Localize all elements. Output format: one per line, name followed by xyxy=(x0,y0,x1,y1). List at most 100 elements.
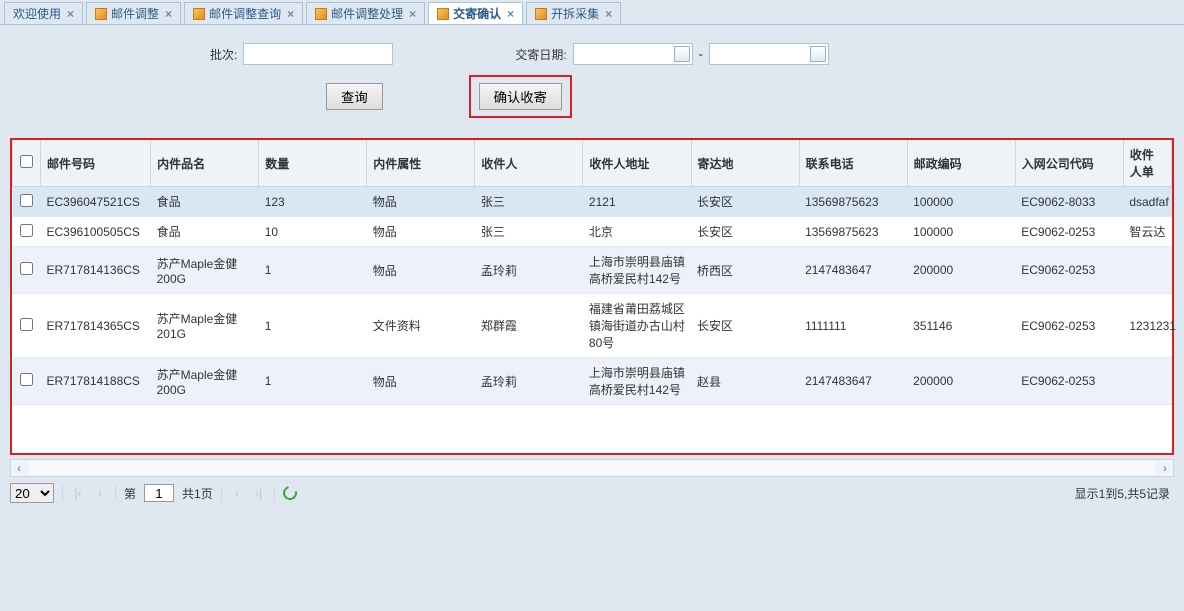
cell-name: 苏产Maple金健200G xyxy=(151,247,259,294)
query-button[interactable]: 查询 xyxy=(326,83,383,110)
cell-zip: 100000 xyxy=(907,187,1015,217)
prev-page-button[interactable]: ‹ xyxy=(93,486,107,500)
column-header[interactable]: 数量 xyxy=(259,140,367,187)
page-number-input[interactable] xyxy=(144,484,174,502)
search-area: 批次: 交寄日期: - 查询 确认收寄 xyxy=(0,25,1184,138)
page-label-pre: 第 xyxy=(124,485,136,502)
cell-name: 苏产Maple金健200G xyxy=(151,358,259,405)
package-icon xyxy=(437,8,449,20)
date-separator: - xyxy=(699,47,703,61)
cell-dest: 长安区 xyxy=(691,217,799,247)
cell-qty: 1 xyxy=(259,294,367,358)
cell-addr: 2121 xyxy=(583,187,691,217)
column-header[interactable]: 入网公司代码 xyxy=(1015,140,1123,187)
tab-1[interactable]: 邮件调整× xyxy=(86,2,181,24)
row-checkbox[interactable] xyxy=(20,318,33,331)
refresh-icon[interactable] xyxy=(280,483,299,502)
cell-addr: 北京 xyxy=(583,217,691,247)
table-row[interactable]: ER717814365CS苏产Maple金健201G1文件资料郑群霞福建省莆田荔… xyxy=(13,294,1172,358)
calendar-icon[interactable] xyxy=(674,46,690,62)
tab-2[interactable]: 邮件调整查询 × xyxy=(184,2,303,24)
scroll-right-icon[interactable]: › xyxy=(1157,460,1173,476)
row-checkbox[interactable] xyxy=(20,262,33,275)
table-row[interactable]: ER717814188CS苏产Maple金健200G1物品孟玲莉上海市崇明县庙镇… xyxy=(13,358,1172,405)
tab-0[interactable]: 欢迎使用× xyxy=(4,2,83,24)
last-page-button[interactable]: ›| xyxy=(252,486,266,500)
next-page-button[interactable]: › xyxy=(230,486,244,500)
tab-3[interactable]: 邮件调整处理× xyxy=(306,2,425,24)
cell-code: ER717814136CS xyxy=(41,247,151,294)
package-icon xyxy=(535,8,547,20)
column-header[interactable]: 邮政编码 xyxy=(907,140,1015,187)
column-header[interactable]: 收件人地址 xyxy=(583,140,691,187)
cell-corp: EC9062-0253 xyxy=(1015,358,1123,405)
cell-dest: 长安区 xyxy=(691,294,799,358)
select-all-checkbox[interactable] xyxy=(20,155,33,168)
column-header[interactable]: 寄达地 xyxy=(691,140,799,187)
page-size-select[interactable]: 20 xyxy=(10,483,54,503)
cell-qty: 10 xyxy=(259,217,367,247)
cell-dest: 赵县 xyxy=(691,358,799,405)
row-checkbox[interactable] xyxy=(20,373,33,386)
table-row[interactable]: ER717814136CS苏产Maple金健200G1物品孟玲莉上海市崇明县庙镇… xyxy=(13,247,1172,294)
row-checkbox[interactable] xyxy=(20,194,33,207)
package-icon xyxy=(315,8,327,20)
close-icon[interactable]: × xyxy=(505,7,514,21)
package-icon xyxy=(193,8,205,20)
row-checkbox[interactable] xyxy=(20,224,33,237)
column-header[interactable]: 联系电话 xyxy=(799,140,907,187)
close-icon[interactable]: × xyxy=(407,7,416,21)
table-row[interactable]: EC396100505CS食品10物品张三北京长安区13569875623100… xyxy=(13,217,1172,247)
cell-code: ER717814365CS xyxy=(41,294,151,358)
cell-unit: dsadfaf xyxy=(1123,187,1171,217)
tab-label: 交寄确认 xyxy=(453,5,501,22)
cell-qty: 1 xyxy=(259,247,367,294)
cell-phone: 13569875623 xyxy=(799,187,907,217)
column-header[interactable]: 内件属性 xyxy=(367,140,475,187)
close-icon[interactable]: × xyxy=(65,7,74,21)
tab-5[interactable]: 开拆采集 × xyxy=(526,2,621,24)
first-page-button[interactable]: |‹ xyxy=(71,486,85,500)
cell-code: EC396100505CS xyxy=(41,217,151,247)
cell-dest: 桥西区 xyxy=(691,247,799,294)
column-header[interactable]: 内件品名 xyxy=(151,140,259,187)
cell-recv: 张三 xyxy=(475,217,583,247)
table-row[interactable]: EC396047521CS食品123物品张三2121长安区13569875623… xyxy=(13,187,1172,217)
scrollbar-track[interactable] xyxy=(29,461,1155,475)
cell-addr: 上海市崇明县庙镇高桥爱民村142号 xyxy=(583,247,691,294)
cell-qty: 123 xyxy=(259,187,367,217)
close-icon[interactable]: × xyxy=(603,7,612,21)
tab-4[interactable]: 交寄确认 × xyxy=(428,2,523,24)
cell-code: EC396047521CS xyxy=(41,187,151,217)
cell-corp: EC9062-8033 xyxy=(1015,187,1123,217)
tab-label: 开拆采集 xyxy=(551,5,599,22)
cell-unit: 1231231 xyxy=(1123,294,1171,358)
data-table: 邮件号码内件品名数量内件属性收件人收件人地址寄达地联系电话邮政编码入网公司代码收… xyxy=(12,140,1172,405)
date-from-input[interactable] xyxy=(573,43,693,65)
column-header[interactable]: 邮件号码 xyxy=(41,140,151,187)
cell-attr: 物品 xyxy=(367,217,475,247)
close-icon[interactable]: × xyxy=(285,7,294,21)
confirm-receive-button[interactable]: 确认收寄 xyxy=(479,83,562,110)
page-label-post: 共1页 xyxy=(182,485,213,502)
pager: 20 |‹ ‹ 第 共1页 › ›| 显示1到5,共5记录 xyxy=(10,481,1174,505)
cell-unit: 智云达 xyxy=(1123,217,1171,247)
cell-recv: 郑群霞 xyxy=(475,294,583,358)
calendar-icon[interactable] xyxy=(810,46,826,62)
tab-label: 邮件调整查询 xyxy=(209,5,281,22)
cell-phone: 2147483647 xyxy=(799,247,907,294)
package-icon xyxy=(95,8,107,20)
close-icon[interactable]: × xyxy=(163,7,172,21)
date-to-input[interactable] xyxy=(709,43,829,65)
column-header[interactable]: 收件人 xyxy=(475,140,583,187)
horizontal-scrollbar[interactable]: ‹ › xyxy=(10,459,1174,477)
cell-attr: 物品 xyxy=(367,187,475,217)
batch-label: 批次: xyxy=(210,46,237,63)
cell-recv: 孟玲莉 xyxy=(475,247,583,294)
batch-input[interactable] xyxy=(243,43,393,65)
confirm-highlight: 确认收寄 xyxy=(469,75,572,118)
cell-unit xyxy=(1123,247,1171,294)
scroll-left-icon[interactable]: ‹ xyxy=(11,460,27,476)
column-header[interactable]: 收件人单 xyxy=(1123,140,1171,187)
cell-phone: 13569875623 xyxy=(799,217,907,247)
